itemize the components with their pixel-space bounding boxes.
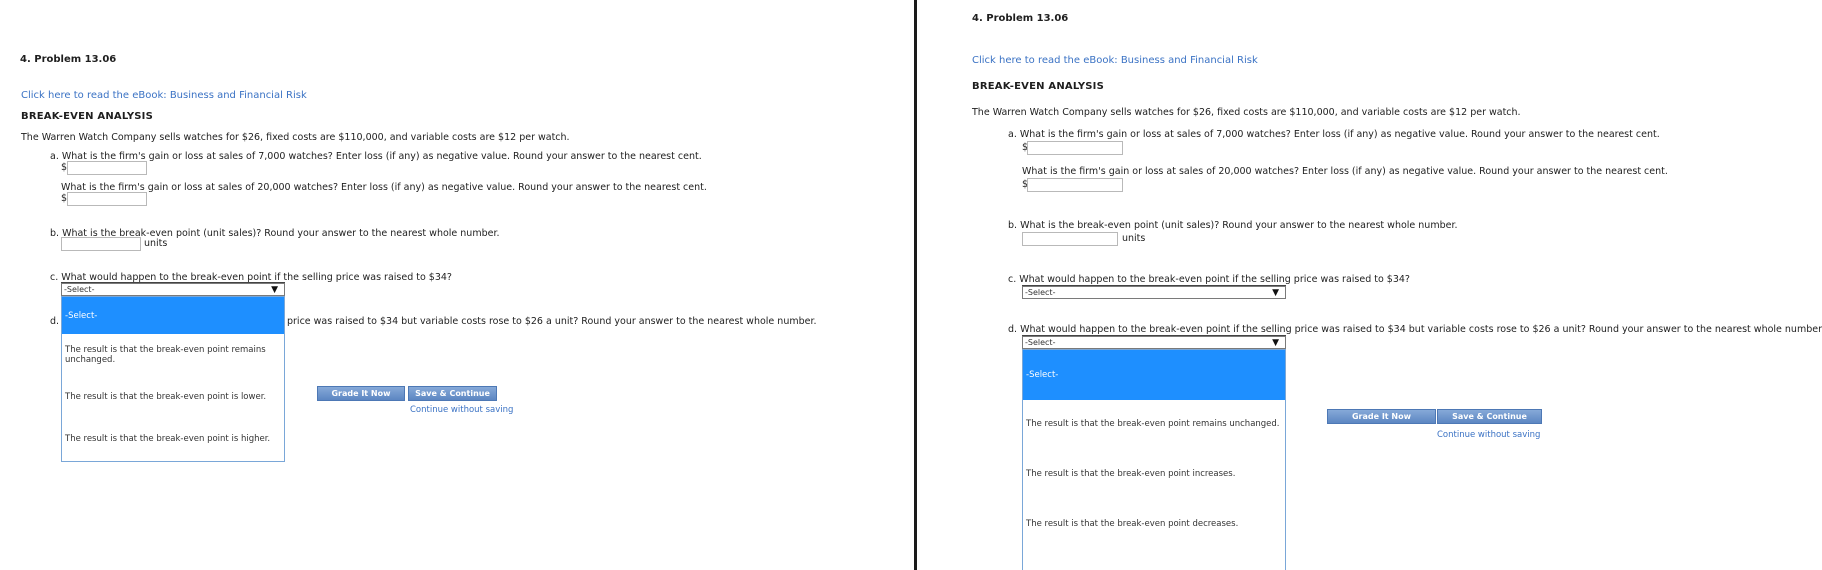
question-b: b. What is the break-even point (unit sa…: [1008, 220, 1458, 231]
question-d: d. What would happen to the break-even p…: [1008, 324, 1822, 335]
question-a1: a. What is the firm's gain or loss at sa…: [50, 151, 702, 162]
chevron-down-icon: ▼: [271, 285, 278, 295]
answer-a2-input[interactable]: [67, 192, 147, 206]
answer-b-input[interactable]: [1022, 232, 1118, 246]
save-continue-button[interactable]: Save & Continue: [408, 386, 497, 401]
answer-c-dropdown-list[interactable]: -Select- The result is that the break-ev…: [61, 296, 285, 462]
dropdown-option[interactable]: The result is that the break-even point …: [62, 429, 284, 449]
dropdown-option[interactable]: The result is that the break-even point …: [1023, 464, 1285, 484]
dropdown-option[interactable]: The result is that the break-even point …: [1023, 414, 1285, 434]
dropdown-option[interactable]: The result is that the break-even point …: [1023, 514, 1285, 534]
grade-it-now-button[interactable]: Grade It Now: [317, 386, 405, 401]
units-label: units: [1122, 233, 1146, 244]
answer-a2-input[interactable]: [1027, 178, 1123, 192]
dropdown-option[interactable]: The result is that the break-even point …: [62, 345, 284, 365]
answer-a1-input[interactable]: [1027, 141, 1123, 155]
answer-b-input[interactable]: [61, 237, 141, 251]
problem-intro: The Warren Watch Company sells watches f…: [21, 132, 570, 143]
question-d-letter: d.: [50, 316, 60, 327]
select-value: -Select-: [64, 285, 95, 294]
ebook-link[interactable]: Click here to read the eBook: Business a…: [21, 90, 307, 101]
grade-it-now-button[interactable]: Grade It Now: [1327, 409, 1436, 424]
dropdown-option[interactable]: -Select-: [1023, 350, 1285, 400]
select-value: -Select-: [1025, 288, 1056, 297]
select-value: -Select-: [1025, 338, 1056, 347]
section-heading: BREAK-EVEN ANALYSIS: [972, 81, 1105, 92]
chevron-down-icon: ▼: [1272, 288, 1279, 298]
question-d-tail: price was raised to $34 but variable cos…: [287, 316, 817, 327]
answer-a1-input[interactable]: [67, 161, 147, 175]
ebook-link[interactable]: Click here to read the eBook: Business a…: [972, 55, 1258, 66]
left-panel: 4. Problem 13.06 Click here to read the …: [0, 0, 914, 570]
answer-c-select[interactable]: -Select- ▼: [1022, 286, 1286, 299]
answer-d-dropdown-list[interactable]: -Select- The result is that the break-ev…: [1022, 349, 1286, 570]
save-continue-button[interactable]: Save & Continue: [1437, 409, 1542, 424]
chevron-down-icon: ▼: [1272, 338, 1279, 348]
problem-intro: The Warren Watch Company sells watches f…: [972, 107, 1521, 118]
question-a2: What is the firm's gain or loss at sales…: [1022, 166, 1668, 177]
units-label: units: [144, 238, 168, 249]
section-heading: BREAK-EVEN ANALYSIS: [21, 111, 154, 122]
problem-title: 4. Problem 13.06: [972, 13, 1069, 24]
continue-without-saving-link[interactable]: Continue without saving: [1437, 430, 1540, 440]
answer-d-select[interactable]: -Select- ▼: [1022, 336, 1286, 349]
right-panel: 4. Problem 13.06 Click here to read the …: [917, 0, 1822, 570]
problem-title: 4. Problem 13.06: [20, 54, 117, 65]
question-a1: a. What is the firm's gain or loss at sa…: [1008, 129, 1660, 140]
question-c: c. What would happen to the break-even p…: [1008, 274, 1410, 285]
answer-c-select[interactable]: -Select- ▼: [61, 283, 285, 296]
dropdown-option[interactable]: The result is that the break-even point …: [62, 387, 284, 407]
question-a2: What is the firm's gain or loss at sales…: [61, 182, 707, 193]
continue-without-saving-link[interactable]: Continue without saving: [410, 405, 513, 415]
dropdown-option[interactable]: -Select-: [62, 297, 284, 334]
